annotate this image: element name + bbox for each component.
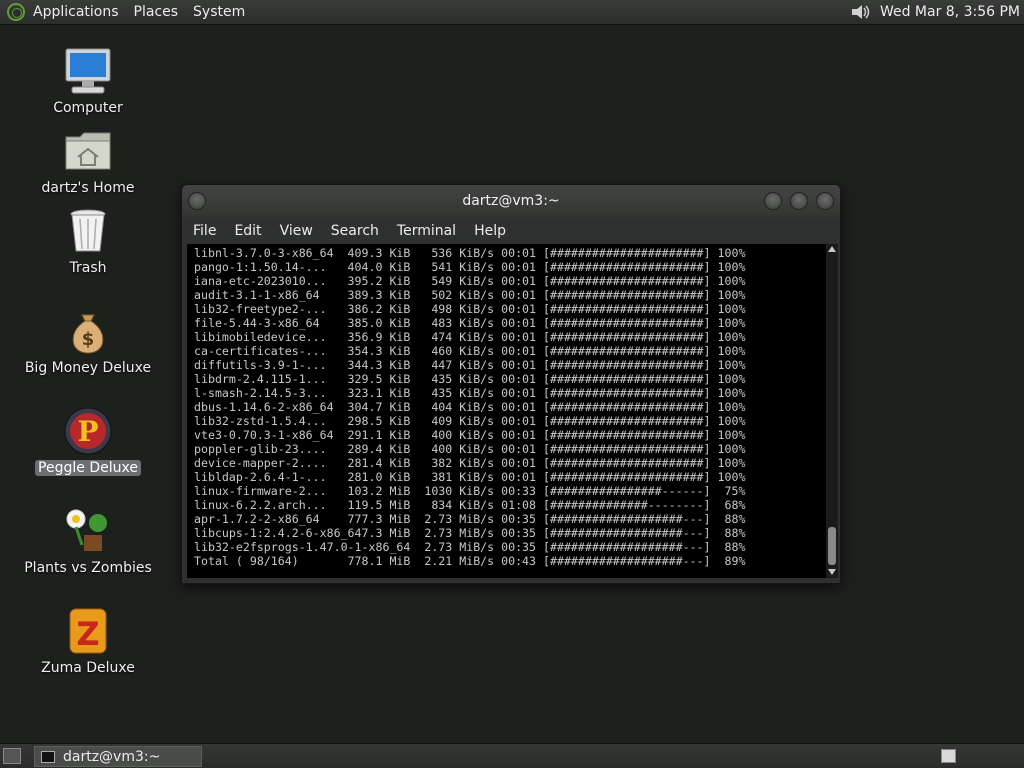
terminal-line: file-5.44-3-x86_64 385.0 KiB 483 KiB/s 0… <box>194 316 746 330</box>
top-panel: Applications Places System Wed Mar 8, 3:… <box>0 0 1024 25</box>
terminal-line: libcups-1:2.4.2-6-x86_647.3 MiB 2.73 MiB… <box>194 526 746 540</box>
menu-terminal[interactable]: Terminal <box>397 223 456 239</box>
terminal-line: linux-firmware-2... 103.2 MiB 1030 KiB/s… <box>194 484 746 498</box>
zuma-icon: Z <box>62 605 114 657</box>
show-desktop-icon[interactable] <box>3 748 21 764</box>
menu-edit[interactable]: Edit <box>234 223 261 239</box>
workspace-switcher-icon[interactable] <box>941 749 956 763</box>
svg-text:$: $ <box>82 329 95 350</box>
terminal-line: audit-3.1-1-x86_64 389.3 KiB 502 KiB/s 0… <box>194 288 746 302</box>
svg-text:P: P <box>77 415 98 448</box>
terminal-line: lib32-zstd-1.5.4... 298.5 KiB 409 KiB/s … <box>194 414 746 428</box>
scroll-thumb[interactable] <box>828 527 836 565</box>
money-bag-icon: $ <box>62 305 114 357</box>
close-icon[interactable] <box>816 192 834 210</box>
terminal-line: l-smash-2.14.5-3... 323.1 KiB 435 KiB/s … <box>194 386 746 400</box>
terminal-line: dbus-1.14.6-2-x86_64 304.7 KiB 404 KiB/s… <box>194 400 746 414</box>
desktop-icon-label: Big Money Deluxe <box>24 360 152 376</box>
menu-system[interactable]: System <box>193 4 245 20</box>
plants-vs-zombies-icon <box>62 505 114 557</box>
menu-applications[interactable]: Applications <box>33 4 119 20</box>
desktop-icon-home[interactable]: dartz's Home <box>8 125 168 196</box>
terminal-window[interactable]: dartz@vm3:~ File Edit View Search Termin… <box>181 184 841 584</box>
terminal-line: apr-1.7.2-2-x86_64 777.3 MiB 2.73 MiB/s … <box>194 512 746 526</box>
scroll-down-icon[interactable] <box>828 569 836 575</box>
terminal-line: pango-1:1.50.14-... 404.0 KiB 541 KiB/s … <box>194 260 746 274</box>
terminal-line: libnl-3.7.0-3-x86_64 409.3 KiB 536 KiB/s… <box>194 246 746 260</box>
menu-help[interactable]: Help <box>474 223 506 239</box>
titlebar[interactable]: dartz@vm3:~ <box>182 185 840 217</box>
terminal-line: libimobiledevice... 356.9 KiB 474 KiB/s … <box>194 330 746 344</box>
desktop-icon-label: Zuma Deluxe <box>41 660 135 676</box>
desktop-icon-label: Computer <box>53 100 123 116</box>
terminal-line: diffutils-3.9-1-... 344.3 KiB 447 KiB/s … <box>194 358 746 372</box>
desktop-icon-label: dartz's Home <box>41 180 135 196</box>
desktop-icon-peggle[interactable]: P Peggle Deluxe <box>8 405 168 476</box>
terminal-line: Total ( 98/164) 778.1 MiB 2.21 MiB/s 00:… <box>194 554 746 568</box>
terminal-output[interactable]: libnl-3.7.0-3-x86_64 409.3 KiB 536 KiB/s… <box>187 244 832 578</box>
desktop-icon-computer[interactable]: Computer <box>8 45 168 116</box>
desktop-icon-plants-vs-zombies[interactable]: Plants vs Zombies <box>8 505 168 576</box>
desktop-icon-label: Peggle Deluxe <box>35 460 141 476</box>
desktop-icon-trash[interactable]: Trash <box>8 205 168 276</box>
terminal-line: poppler-glib-23.... 289.4 KiB 400 KiB/s … <box>194 442 746 456</box>
desktop-icon-label: Plants vs Zombies <box>24 560 152 576</box>
terminal-line: iana-etc-2023010... 395.2 KiB 549 KiB/s … <box>194 274 746 288</box>
desktop-icon-big-money[interactable]: $ Big Money Deluxe <box>8 305 168 376</box>
terminal-line: lib32-e2fsprogs-1.47.0-1-x86_64 2.73 MiB… <box>194 540 746 554</box>
terminal-line: ca-certificates-... 354.3 KiB 460 KiB/s … <box>194 344 746 358</box>
scroll-up-icon[interactable] <box>828 246 836 252</box>
desktop-icon-label: Trash <box>69 260 107 276</box>
svg-text:Z: Z <box>76 615 99 653</box>
window-menu-icon[interactable] <box>188 192 206 210</box>
distro-logo-icon[interactable] <box>7 3 25 21</box>
menu-places[interactable]: Places <box>134 4 179 20</box>
terminal-line: libdrm-2.4.115-1... 329.5 KiB 435 KiB/s … <box>194 372 746 386</box>
peggle-icon: P <box>62 405 114 457</box>
terminal-line: device-mapper-2.... 281.4 KiB 382 KiB/s … <box>194 456 746 470</box>
minimize-icon[interactable] <box>764 192 782 210</box>
terminal-line: libldap-2.6.4-1-... 281.0 KiB 381 KiB/s … <box>194 470 746 484</box>
home-folder-icon <box>62 125 114 177</box>
computer-icon <box>62 45 114 97</box>
terminal-menubar: File Edit View Search Terminal Help <box>182 217 840 244</box>
trash-icon <box>62 205 114 257</box>
volume-icon[interactable] <box>850 3 872 21</box>
desktop-icon-zuma[interactable]: Z Zuma Deluxe <box>8 605 168 676</box>
terminal-line: linux-6.2.2.arch... 119.5 MiB 834 KiB/s … <box>194 498 746 512</box>
terminal-line: lib32-freetype2-... 386.2 KiB 498 KiB/s … <box>194 302 746 316</box>
terminal-line: vte3-0.70.3-1-x86_64 291.1 KiB 400 KiB/s… <box>194 428 746 442</box>
taskbar-label: dartz@vm3:~ <box>63 748 161 765</box>
scrollbar[interactable] <box>826 244 838 578</box>
maximize-icon[interactable] <box>790 192 808 210</box>
menu-search[interactable]: Search <box>331 223 379 239</box>
menu-file[interactable]: File <box>193 223 216 239</box>
window-title: dartz@vm3:~ <box>462 193 560 209</box>
clock[interactable]: Wed Mar 8, 3:56 PM <box>880 4 1020 20</box>
panel-tray: Wed Mar 8, 3:56 PM <box>850 0 1024 25</box>
menu-view[interactable]: View <box>280 223 313 239</box>
terminal-icon <box>41 750 55 763</box>
taskbar-terminal-button[interactable]: dartz@vm3:~ <box>34 746 202 767</box>
terminal-lines: libnl-3.7.0-3-x86_64 409.3 KiB 536 KiB/s… <box>194 246 745 568</box>
bottom-panel: dartz@vm3:~ <box>0 743 1024 768</box>
